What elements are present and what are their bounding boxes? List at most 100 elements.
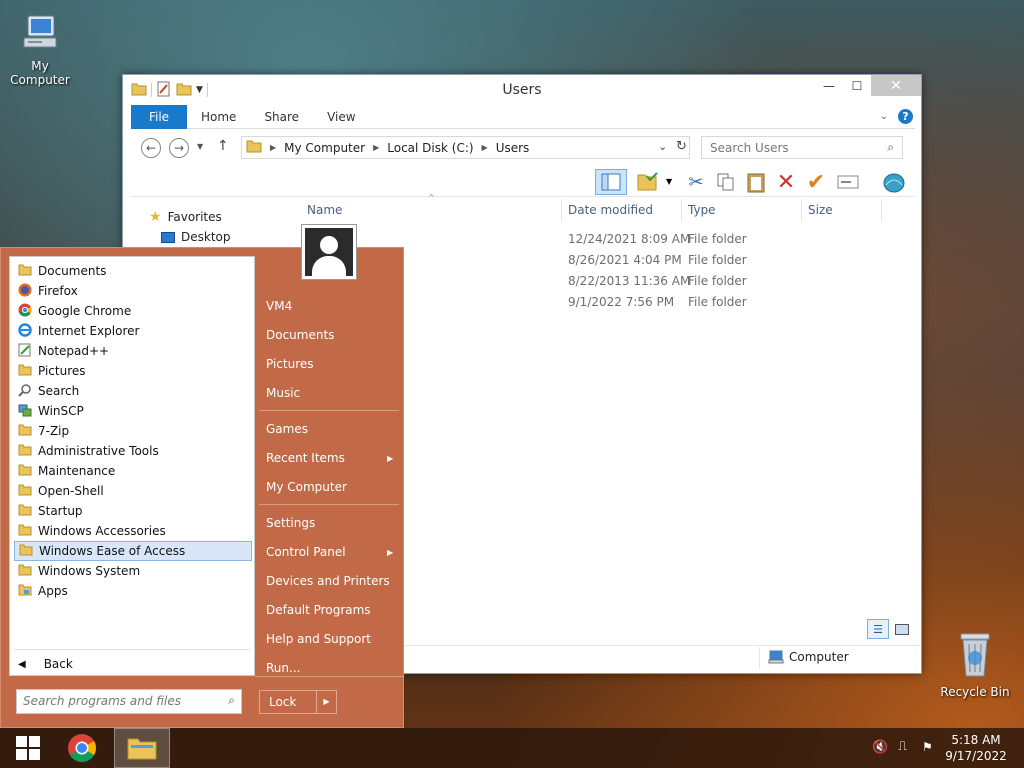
taskbar-clock[interactable]: 5:18 AM 9/17/2022 <box>944 732 1008 764</box>
paste-button[interactable] <box>743 169 769 195</box>
delete-button[interactable]: ✕ <box>773 169 799 195</box>
start-item-help[interactable]: Help and Support <box>266 632 371 646</box>
start-program-item[interactable]: Windows System <box>14 561 252 581</box>
desktop-icon-recycle-bin[interactable]: Recycle Bin <box>935 630 1015 699</box>
ie-icon <box>18 322 32 340</box>
start-program-label: Documents <box>38 264 107 278</box>
start-item-control-panel[interactable]: Control Panel <box>266 545 346 559</box>
refresh-icon[interactable]: ↻ <box>676 139 687 154</box>
back-button[interactable]: ◀ Back <box>18 657 73 671</box>
column-header-size[interactable]: Size <box>808 203 833 223</box>
start-program-item[interactable]: Search <box>14 381 252 401</box>
column-header-type[interactable]: Type <box>688 203 716 223</box>
title-bar[interactable]: ▼ Users — ☐ ✕ <box>123 75 921 105</box>
start-program-item[interactable]: Administrative Tools <box>14 441 252 461</box>
command-toolbar: ▼ ✂ ✕ ✔ <box>131 167 915 197</box>
apply-button[interactable]: ✔ <box>803 169 829 195</box>
tab-home[interactable]: Home <box>187 105 250 129</box>
start-program-item[interactable]: Maintenance <box>14 461 252 481</box>
start-program-item[interactable]: Google Chrome <box>14 301 252 321</box>
preview-pane-button[interactable] <box>595 169 627 195</box>
clipboard-icon <box>747 173 765 193</box>
minimize-icon: — <box>823 78 835 93</box>
up-button[interactable]: ↑ <box>217 138 229 154</box>
taskbar-explorer-button[interactable] <box>114 728 170 768</box>
desktop-icon-my-computer[interactable]: My Computer <box>0 10 80 87</box>
start-button[interactable] <box>0 728 56 768</box>
details-view-button[interactable]: ☰ <box>867 619 889 639</box>
start-item-pictures[interactable]: Pictures <box>266 357 314 371</box>
start-item-music[interactable]: Music <box>266 386 300 400</box>
nav-favorites[interactable]: ★ Favorites <box>149 209 222 225</box>
cut-button[interactable]: ✂ <box>683 169 709 195</box>
column-header-date[interactable]: Date modified <box>568 203 653 223</box>
start-item-run[interactable]: Run... <box>266 661 300 675</box>
start-program-item[interactable]: WinSCP <box>14 401 252 421</box>
rename-button[interactable] <box>835 169 861 195</box>
user-avatar[interactable] <box>301 224 357 280</box>
start-program-item[interactable]: Internet Explorer <box>14 321 252 341</box>
large-icons-view-button[interactable] <box>891 619 913 639</box>
start-item-documents[interactable]: Documents <box>266 328 334 342</box>
firefox-icon <box>18 283 32 300</box>
nav-desktop[interactable]: Desktop <box>161 230 231 244</box>
start-program-item[interactable]: 7-Zip <box>14 421 252 441</box>
start-item-devices[interactable]: Devices and Printers <box>266 574 390 588</box>
network-icon[interactable]: ⎍ <box>898 739 907 754</box>
copy-button[interactable] <box>713 169 739 195</box>
folder-check-icon <box>637 172 658 191</box>
action-center-icon[interactable]: ⚑ <box>922 740 933 754</box>
start-program-item[interactable]: Notepad++ <box>14 341 252 361</box>
lock-button[interactable]: Lock ▶ <box>259 690 337 714</box>
maximize-button[interactable]: ☐ <box>843 75 871 96</box>
chevron-down-icon[interactable]: ▼ <box>666 177 672 186</box>
start-program-item[interactable]: Open-Shell <box>14 481 252 501</box>
start-program-item[interactable]: Windows Accessories <box>14 521 252 541</box>
row-date: 8/22/2013 11:36 AM <box>568 274 691 288</box>
help-icon[interactable]: ? <box>898 109 913 124</box>
start-program-label: Open-Shell <box>38 484 104 498</box>
address-dropdown-icon[interactable]: ⌄ <box>658 140 667 153</box>
folder-icon <box>18 423 32 439</box>
properties-button[interactable] <box>635 169 661 195</box>
start-program-label: Windows Ease of Access <box>39 544 186 558</box>
start-program-item[interactable]: Pictures <box>14 361 252 381</box>
start-item-recent[interactable]: Recent Items <box>266 451 345 465</box>
breadcrumb-local-disk[interactable]: Local Disk (C:) <box>387 141 473 155</box>
computer-icon <box>0 10 80 57</box>
tab-share[interactable]: Share <box>250 105 313 129</box>
shutdown-options-arrow-icon[interactable]: ▶ <box>316 691 336 713</box>
close-button[interactable]: ✕ <box>871 75 921 96</box>
column-header-name[interactable]: Name <box>307 203 342 223</box>
expand-ribbon-icon[interactable]: ⌄ <box>880 111 888 122</box>
breadcrumb-my-computer[interactable]: My Computer <box>284 141 365 155</box>
recent-locations-chevron-icon[interactable]: ▼ <box>197 142 203 151</box>
start-item-default-programs[interactable]: Default Programs <box>266 603 371 617</box>
start-program-item[interactable]: Documents <box>14 261 252 281</box>
search-input[interactable]: Search Users ⌕ <box>701 136 903 159</box>
shell-button[interactable] <box>881 169 907 195</box>
start-program-item[interactable]: Apps <box>14 581 252 601</box>
start-program-item[interactable]: Firefox <box>14 281 252 301</box>
forward-button[interactable]: → <box>169 138 189 158</box>
start-menu[interactable]: Documents Firefox Google Chrome Internet Ex… <box>0 224 404 728</box>
volume-muted-icon[interactable]: 🔇 <box>872 740 888 755</box>
breadcrumb-users[interactable]: Users <box>496 141 530 155</box>
start-item-user[interactable]: VM4 <box>266 299 292 313</box>
minimize-button[interactable]: — <box>815 75 843 96</box>
windows-logo-icon <box>16 736 40 760</box>
start-program-item[interactable]: Windows Ease of Access <box>14 541 252 561</box>
start-item-computer[interactable]: My Computer <box>266 480 347 494</box>
start-item-games[interactable]: Games <box>266 422 308 436</box>
back-button[interactable]: ← <box>141 138 161 158</box>
start-program-item[interactable]: Startup <box>14 501 252 521</box>
tab-file[interactable]: File <box>131 104 187 129</box>
address-bar[interactable]: ▶ My Computer ▶ Local Disk (C:) ▶ Users … <box>241 136 690 159</box>
start-search-input[interactable]: Search programs and files ⌕ <box>16 689 242 714</box>
close-icon: ✕ <box>890 77 902 94</box>
taskbar-chrome-button[interactable] <box>54 728 110 768</box>
search-icon: ⌕ <box>887 140 894 154</box>
clock-time: 5:18 AM <box>951 733 1001 747</box>
start-item-settings[interactable]: Settings <box>266 516 315 530</box>
tab-view[interactable]: View <box>313 105 369 129</box>
